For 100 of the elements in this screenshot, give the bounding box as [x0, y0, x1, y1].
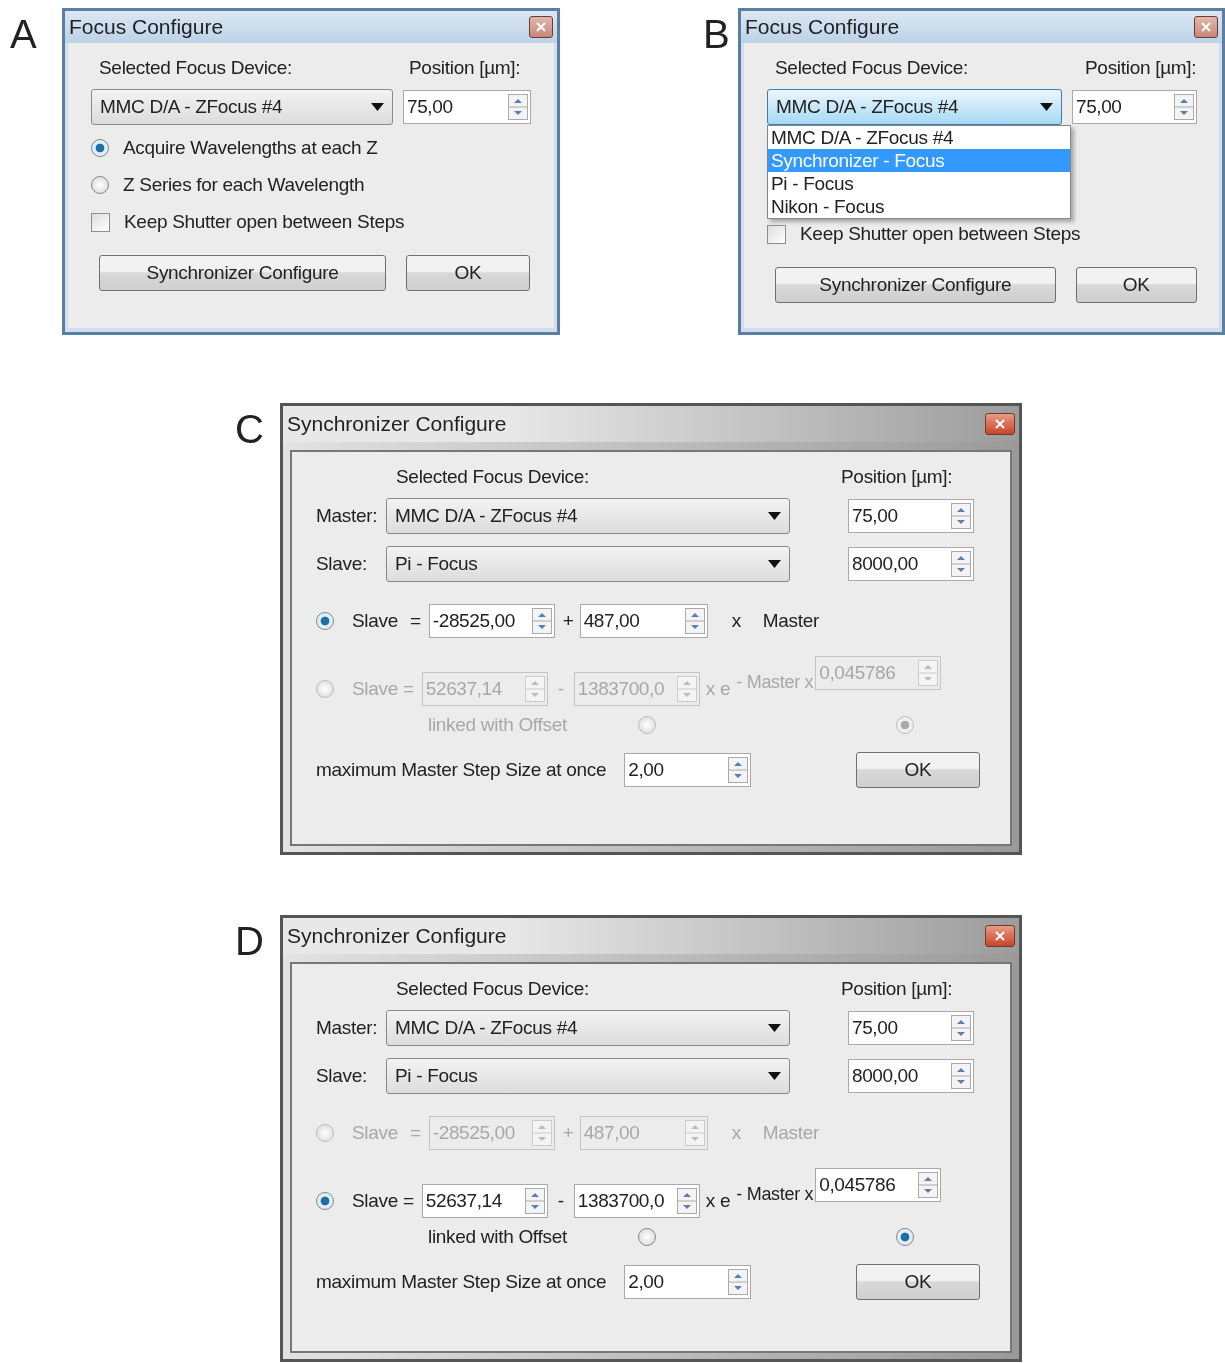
ok-button[interactable]: OK [856, 1264, 980, 1300]
formula-text: x e [705, 678, 731, 700]
option-label: linked with Offset [428, 714, 568, 736]
dropdown-option[interactable]: MMC D/A - ZFocus #4 [768, 126, 1070, 149]
spinner-icon [951, 551, 971, 577]
spin-field[interactable]: 75,00 [403, 90, 531, 124]
close-button[interactable] [985, 925, 1015, 947]
spin-field[interactable]: 75,00 [1072, 90, 1197, 124]
spinner-icon [728, 757, 749, 783]
option-label: Keep Shutter open between Steps [124, 211, 405, 233]
radio-button[interactable] [896, 1228, 914, 1246]
spin-field[interactable]: 487,00 [579, 604, 708, 638]
formula-text: x [731, 1122, 741, 1144]
radio-button[interactable] [91, 139, 109, 157]
spin-field[interactable]: 0,045786 [815, 1168, 942, 1202]
spinner-icon [918, 1172, 939, 1198]
panel-letter: D [235, 921, 265, 961]
spinner-icon [531, 608, 552, 634]
radio-button[interactable] [638, 1228, 656, 1246]
radio-button[interactable] [638, 716, 656, 734]
panel-letter: A [10, 14, 38, 54]
spinner-icon [728, 1269, 749, 1295]
spinner-icon [531, 1120, 552, 1146]
spinner-icon [918, 660, 939, 686]
formula-text: Master [762, 1122, 820, 1144]
spin-field[interactable]: 8000,00 [848, 1059, 974, 1093]
dialog-button[interactable]: Synchronizer Configure [775, 267, 1056, 303]
radio-button[interactable] [91, 176, 109, 194]
spin-field[interactable]: 75,00 [848, 1011, 974, 1045]
caret-icon [768, 1072, 781, 1080]
field-label: Master: [316, 1017, 379, 1039]
spin-field[interactable]: 75,00 [848, 499, 974, 533]
radio-button[interactable] [316, 612, 334, 630]
dialog-button[interactable]: Synchronizer Configure [99, 255, 386, 291]
spin-field[interactable]: 2,00 [624, 1265, 752, 1299]
formula-text: Slave = [352, 678, 414, 700]
caret-icon [768, 512, 781, 520]
spin-field[interactable]: 8000,00 [848, 547, 974, 581]
close-icon [1201, 22, 1211, 32]
field-label: Master: [316, 505, 379, 527]
window-title: Synchronizer Configure [287, 412, 507, 436]
close-icon [995, 931, 1005, 941]
exponent-text: - Master x [736, 672, 814, 693]
option-label: linked with Offset [428, 1226, 568, 1248]
radio-button[interactable] [316, 1124, 334, 1142]
checkbox[interactable] [767, 224, 786, 244]
dialog-button[interactable]: OK [1075, 267, 1197, 303]
ok-button[interactable]: OK [856, 752, 980, 788]
formula-text: - [557, 1190, 564, 1212]
close-button[interactable] [529, 16, 553, 38]
spinner-icon [951, 503, 971, 529]
formula-text: = [410, 610, 421, 632]
radio-button[interactable] [316, 1192, 334, 1210]
spin-field[interactable]: 2,00 [624, 753, 752, 787]
exponent-text: - Master x [736, 1184, 814, 1205]
device-dropdown[interactable]: MMC D/A - ZFocus #4 [386, 1010, 790, 1046]
close-button[interactable] [1194, 16, 1218, 38]
option-label: Z Series for each Wavelength [123, 174, 365, 196]
formula-text: Slave = [352, 1190, 414, 1212]
spin-field[interactable]: 1383700,0 [573, 1184, 700, 1218]
caret-icon [768, 1024, 781, 1032]
dropdown-option[interactable]: Pi - Focus [768, 172, 1070, 195]
field-label: maximum Master Step Size at once [316, 759, 607, 781]
spinner-icon [676, 1188, 697, 1214]
field-label: Position [µm]: [409, 57, 521, 79]
device-dropdown[interactable]: Pi - Focus [386, 546, 790, 582]
formula-text: = [410, 1122, 421, 1144]
device-dropdown[interactable]: MMC D/A - ZFocus #4 [91, 89, 393, 125]
device-dropdown[interactable]: Pi - Focus [386, 1058, 790, 1094]
formula-text: - [557, 678, 564, 700]
spin-field[interactable]: -28525,00 [428, 604, 555, 638]
radio-button[interactable] [316, 680, 334, 698]
caret-icon [768, 560, 781, 568]
field-label: Slave: [316, 1065, 368, 1087]
spinner-icon [524, 676, 545, 702]
close-icon [536, 22, 546, 32]
radio-button[interactable] [896, 716, 914, 734]
field-label: Selected Focus Device: [396, 466, 590, 488]
field-label: Selected Focus Device: [396, 978, 590, 1000]
checkbox[interactable] [91, 212, 110, 232]
dialog-button[interactable]: OK [406, 255, 530, 291]
window-title: Focus Configure [69, 15, 224, 39]
field-label: Selected Focus Device: [99, 57, 293, 79]
option-label: Keep Shutter open between Steps [800, 223, 1081, 245]
dropdown-option[interactable]: Nikon - Focus [768, 195, 1070, 218]
spinner-icon [1174, 94, 1194, 120]
device-dropdown[interactable]: MMC D/A - ZFocus #4 [767, 89, 1062, 125]
formula-text: + [562, 610, 574, 632]
spinner-icon [524, 1188, 545, 1214]
device-dropdown[interactable]: MMC D/A - ZFocus #4 [386, 498, 790, 534]
spinner-icon [684, 1120, 705, 1146]
window-title: Synchronizer Configure [287, 924, 507, 948]
spin-field[interactable]: 52637,14 [421, 1184, 548, 1218]
close-button[interactable] [985, 413, 1015, 435]
field-label: Position [µm]: [1085, 57, 1197, 79]
formula-text: Slave [352, 610, 399, 632]
spinner-icon [684, 608, 705, 634]
panel-letter: C [235, 409, 265, 449]
spinner-icon [676, 676, 697, 702]
caret-icon [371, 103, 384, 111]
